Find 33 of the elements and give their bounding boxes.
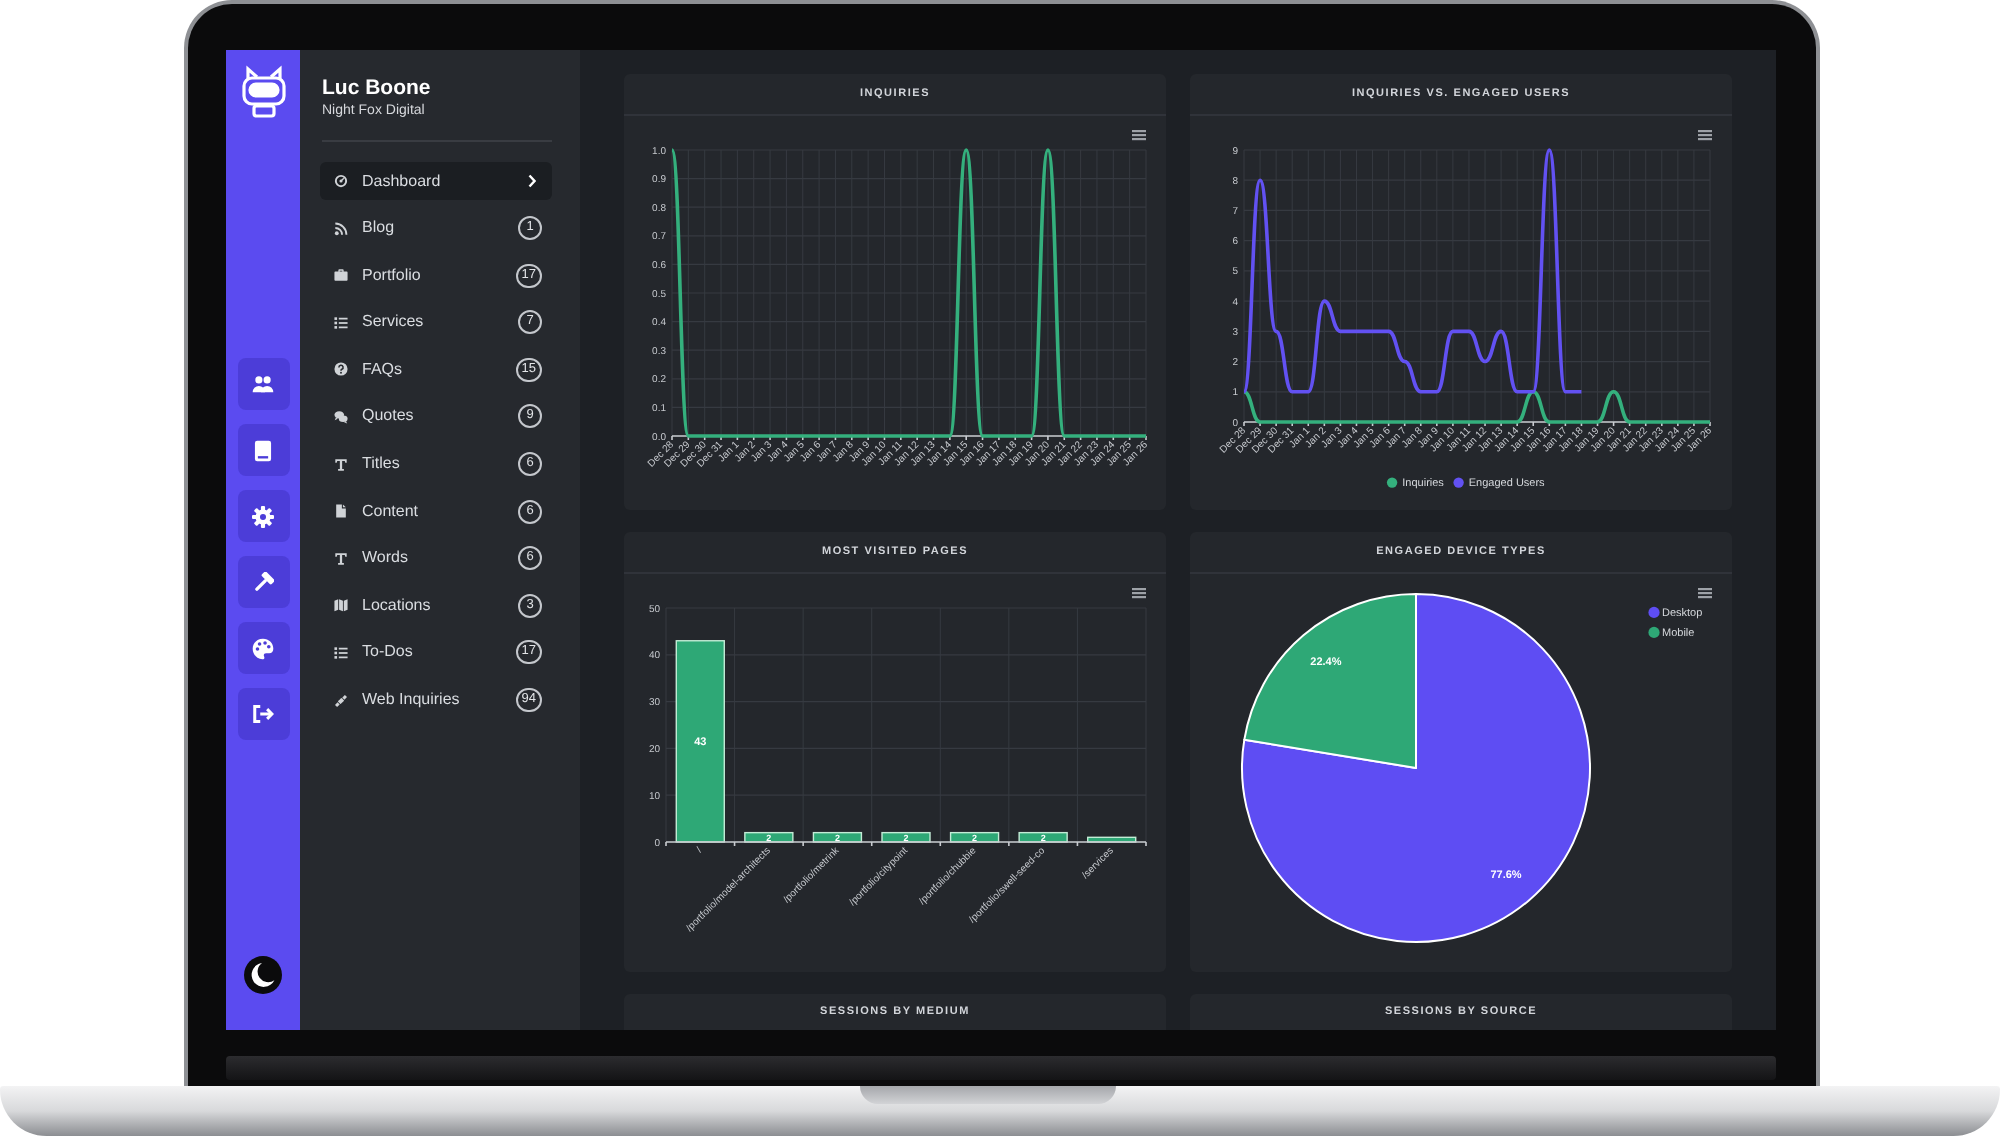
- logout-button[interactable]: [237, 688, 289, 740]
- list-icon: [334, 315, 348, 330]
- robot-icon: [237, 64, 289, 120]
- briefcase-icon: [334, 268, 348, 283]
- gear-icon: [252, 505, 274, 527]
- map-icon: [334, 598, 348, 613]
- users-button[interactable]: [237, 358, 289, 410]
- text-icon: [334, 457, 348, 472]
- rss-icon: [334, 221, 348, 236]
- menu-icon[interactable]: [1132, 588, 1146, 599]
- logout-icon: [252, 704, 274, 724]
- menu-icon[interactable]: [1698, 588, 1712, 599]
- moon-icon[interactable]: [244, 956, 282, 994]
- settings-button[interactable]: [237, 490, 289, 542]
- text-icon: [334, 551, 348, 566]
- book-icon: [254, 439, 272, 461]
- palette-icon: [252, 637, 274, 659]
- list-icon: [334, 645, 348, 660]
- menu-icon[interactable]: [1698, 130, 1712, 141]
- menu-item[interactable]: Dashboard: [320, 162, 552, 200]
- hammer-button[interactable]: [237, 556, 289, 608]
- satellite-icon: [334, 693, 348, 708]
- hammer-icon: [252, 571, 274, 593]
- book-button[interactable]: [237, 424, 289, 476]
- comments-icon: [334, 409, 348, 424]
- menu-icon[interactable]: [1132, 130, 1146, 141]
- chevron-right-icon: [528, 174, 536, 188]
- help-icon: [334, 362, 348, 377]
- user-name: Luc Boone: [322, 76, 433, 100]
- file-icon: [334, 504, 348, 519]
- palette-button[interactable]: [237, 622, 289, 674]
- gauge-icon: [334, 174, 348, 188]
- users-icon: [252, 374, 274, 394]
